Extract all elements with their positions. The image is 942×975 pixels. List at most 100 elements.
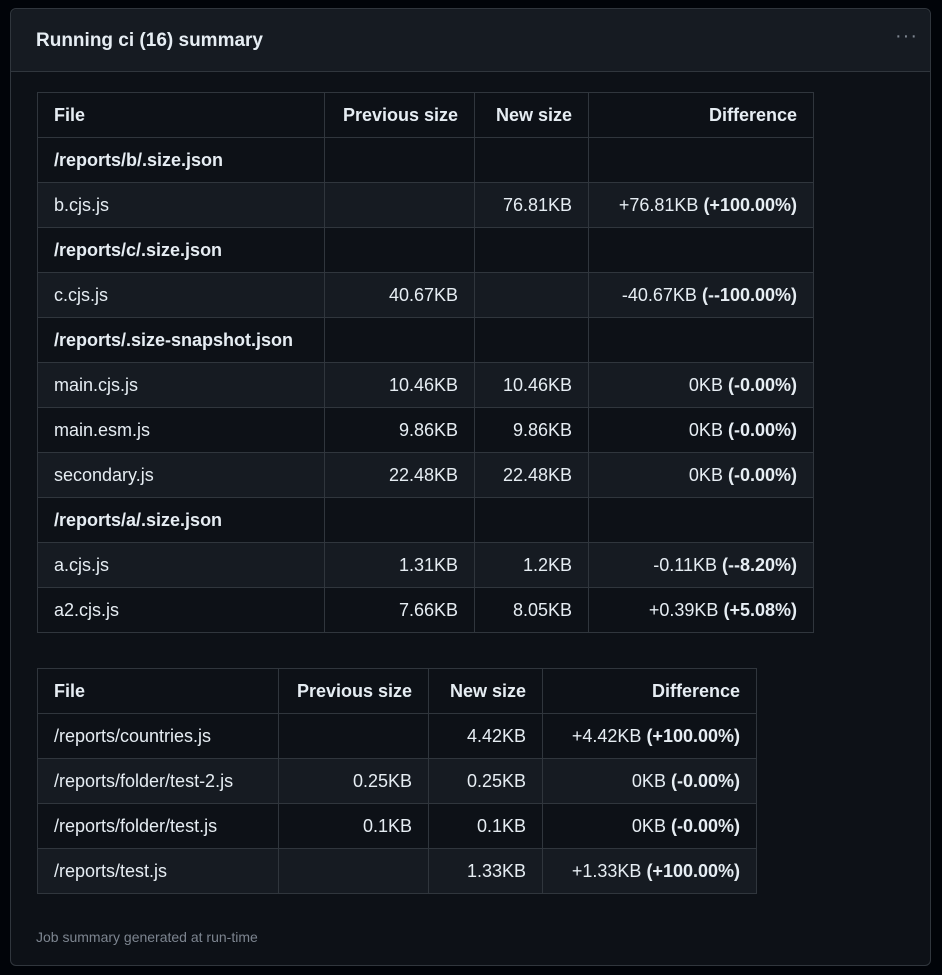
difference-value: 0KB (631, 815, 666, 836)
file-cell: main.esm.js (37, 407, 325, 453)
difference-percent: (--100.00%) (701, 284, 797, 305)
difference-percent: (+100.00%) (646, 860, 740, 881)
column-header: Previous size (324, 92, 475, 138)
column-header: Difference (588, 92, 814, 138)
empty-cell (324, 137, 475, 183)
difference-value: -0.11KB (653, 554, 717, 575)
header-row: File Previous size New size Difference (37, 92, 814, 138)
difference-cell: 0KB (-0.00%) (588, 362, 814, 408)
difference-percent: (-0.00%) (727, 464, 797, 485)
difference-value: 0KB (688, 464, 723, 485)
empty-cell (588, 317, 814, 363)
difference-cell: +4.42KB (+100.00%) (542, 713, 757, 759)
summary-header: Running ci (16) summary ··· (11, 9, 930, 72)
file-cell: b.cjs.js (37, 182, 325, 228)
new-size-cell: 10.46KB (474, 362, 589, 408)
column-header: New size (474, 92, 589, 138)
difference-value: +1.33KB (571, 860, 642, 881)
previous-size-cell: 7.66KB (324, 587, 475, 633)
difference-cell: 0KB (-0.00%) (542, 758, 757, 804)
difference-percent: (+100.00%) (703, 194, 797, 215)
new-size-cell: 8.05KB (474, 587, 589, 633)
difference-value: +4.42KB (571, 725, 642, 746)
difference-cell: 0KB (-0.00%) (588, 452, 814, 498)
file-cell: c.cjs.js (37, 272, 325, 318)
size-table-1: File Previous size New size Difference/repo… (37, 92, 814, 633)
empty-cell (474, 317, 589, 363)
group-label: /reports/.size-snapshot.json (37, 317, 325, 363)
empty-cell (474, 497, 589, 543)
new-size-cell: 0.1KB (428, 803, 543, 849)
group-label: /reports/a/.size.json (37, 497, 325, 543)
difference-percent: (-0.00%) (670, 815, 740, 836)
job-summary-card: Running ci (16) summary ··· File Previous… (10, 8, 931, 966)
difference-cell: -0.11KB (--8.20%) (588, 542, 814, 588)
new-size-cell: 22.48KB (474, 452, 589, 498)
empty-cell (324, 227, 475, 273)
empty-cell (474, 137, 589, 183)
table-row: /reports/test.js 1.33KB +1.33KB (+100.00%) (37, 848, 757, 894)
difference-cell: +1.33KB (+100.00%) (542, 848, 757, 894)
previous-size-cell (324, 182, 475, 228)
difference-cell: +0.39KB (+5.08%) (588, 587, 814, 633)
difference-cell: 0KB (-0.00%) (542, 803, 757, 849)
new-size-cell (474, 272, 589, 318)
summary-title: Running ci (16) summary (36, 30, 263, 51)
file-cell: secondary.js (37, 452, 325, 498)
difference-percent: (-0.00%) (727, 419, 797, 440)
new-size-cell: 76.81KB (474, 182, 589, 228)
previous-size-cell: 40.67KB (324, 272, 475, 318)
difference-cell: -40.67KB (--100.00%) (588, 272, 814, 318)
group-row: /reports/.size-snapshot.json (37, 317, 814, 363)
table-row: /reports/countries.js 4.42KB +4.42KB (+100… (37, 713, 757, 759)
difference-percent: (+5.08%) (723, 599, 797, 620)
empty-cell (324, 497, 475, 543)
previous-size-cell: 22.48KB (324, 452, 475, 498)
table-row: a.cjs.js 1.31KB 1.2KB -0.11KB (--8.20%) (37, 542, 814, 588)
new-size-cell: 4.42KB (428, 713, 543, 759)
column-header: File (37, 92, 325, 138)
difference-value: +0.39KB (648, 599, 719, 620)
kebab-menu-icon[interactable]: ··· (895, 25, 918, 48)
previous-size-cell (278, 713, 429, 759)
new-size-cell: 1.33KB (428, 848, 543, 894)
file-cell: main.cjs.js (37, 362, 325, 408)
table-row: /reports/folder/test-2.js 0.25KB 0.25KB 0KB… (37, 758, 757, 804)
difference-value: -40.67KB (621, 284, 697, 305)
size-table-2: File Previous size New size Difference/repo… (37, 668, 757, 894)
table-row: secondary.js 22.48KB 22.48KB 0KB (-0.00%) (37, 452, 814, 498)
difference-cell: 0KB (-0.00%) (588, 407, 814, 453)
previous-size-cell: 0.25KB (278, 758, 429, 804)
previous-size-cell (278, 848, 429, 894)
file-cell: a2.cjs.js (37, 587, 325, 633)
new-size-cell: 9.86KB (474, 407, 589, 453)
file-cell: /reports/folder/test.js (37, 803, 279, 849)
difference-percent: (--8.20%) (721, 554, 797, 575)
difference-value: 0KB (688, 374, 723, 395)
group-row: /reports/a/.size.json (37, 497, 814, 543)
difference-value: 0KB (631, 770, 666, 791)
previous-size-cell: 10.46KB (324, 362, 475, 408)
file-cell: /reports/test.js (37, 848, 279, 894)
difference-value: 0KB (688, 419, 723, 440)
column-header: New size (428, 668, 543, 714)
summary-footer: Job summary generated at run-time (36, 929, 258, 945)
empty-cell (324, 317, 475, 363)
previous-size-cell: 0.1KB (278, 803, 429, 849)
table-row: main.esm.js 9.86KB 9.86KB 0KB (-0.00%) (37, 407, 814, 453)
group-row: /reports/b/.size.json (37, 137, 814, 183)
column-header: Previous size (278, 668, 429, 714)
group-label: /reports/c/.size.json (37, 227, 325, 273)
difference-cell: +76.81KB (+100.00%) (588, 182, 814, 228)
group-label: /reports/b/.size.json (37, 137, 325, 183)
empty-cell (588, 227, 814, 273)
table-row: a2.cjs.js 7.66KB 8.05KB +0.39KB (+5.08%) (37, 587, 814, 633)
table-row: /reports/folder/test.js 0.1KB 0.1KB 0KB (-0… (37, 803, 757, 849)
difference-value: +76.81KB (618, 194, 699, 215)
table-row: c.cjs.js 40.67KB -40.67KB (--100.00%) (37, 272, 814, 318)
column-header: Difference (542, 668, 757, 714)
empty-cell (474, 227, 589, 273)
empty-cell (588, 497, 814, 543)
difference-percent: (-0.00%) (670, 770, 740, 791)
previous-size-cell: 9.86KB (324, 407, 475, 453)
